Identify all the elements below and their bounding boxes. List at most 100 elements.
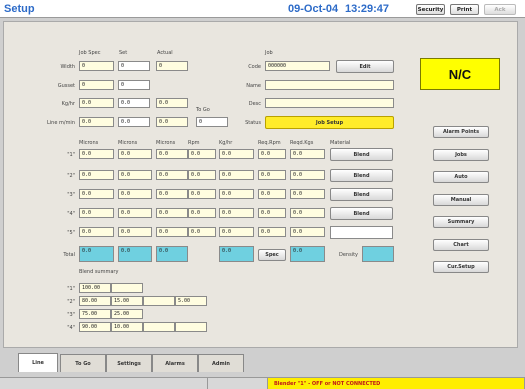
kghr-actual-field: 0.0	[156, 98, 188, 108]
to-go-input[interactable]: 0	[196, 117, 228, 127]
print-button[interactable]: Print	[450, 4, 479, 15]
density-field	[362, 246, 394, 262]
job-code-field[interactable]: 000000	[265, 61, 330, 71]
kghr-set-input[interactable]: 0.0	[118, 98, 150, 108]
blend-cell	[143, 296, 175, 306]
layer-microns-field[interactable]: 0.0	[118, 208, 152, 218]
nc-indicator: N/C	[420, 58, 500, 90]
width-set-input[interactable]: 0	[118, 61, 150, 71]
density-label: Density	[339, 252, 359, 258]
layer-rpm-field: 0.0	[188, 227, 216, 237]
edit-job-button[interactable]: Edit	[336, 60, 394, 73]
req-rpm-header: Req.Rpm	[258, 140, 281, 146]
blend-button[interactable]: Blend	[330, 207, 393, 220]
blend-cell: 25.00	[111, 309, 143, 319]
layer-reqd-kgs-field: 0.0	[290, 170, 325, 180]
tab-to-go[interactable]: To Go	[60, 354, 106, 372]
layer-microns-field[interactable]: 0.0	[79, 227, 114, 237]
total-label: Total	[63, 252, 75, 258]
tab-admin[interactable]: Admin	[198, 354, 244, 372]
layer-microns-field[interactable]: 0.0	[118, 170, 152, 180]
name-label: Name	[246, 83, 261, 89]
layer-kghr-field: 0.0	[219, 170, 254, 180]
total-microns-field: 0.0	[156, 246, 188, 262]
blend-summary-title: Blend summary	[79, 269, 119, 275]
layer-kghr-field: 0.0	[219, 208, 254, 218]
layer-kghr-field: 0.0	[219, 227, 254, 237]
layer-rpm-field: 0.0	[188, 208, 216, 218]
blend-cell	[143, 322, 175, 332]
gusset-job-spec-field[interactable]: 0	[79, 80, 114, 90]
line-speed-label: Line m/min	[47, 120, 75, 126]
blend-cell	[175, 322, 207, 332]
width-job-spec-field[interactable]: 0	[79, 61, 114, 71]
reqd-kgs-header: Reqd.Kgs	[290, 140, 314, 146]
job-setup-button[interactable]: Job Setup	[265, 116, 394, 129]
status-label: Status	[245, 120, 261, 126]
layer-req-rpm-field: 0.0	[258, 170, 286, 180]
total-reqd-kgs-field: 0.0	[290, 246, 325, 262]
layer-req-rpm-field: 0.0	[258, 189, 286, 199]
layer-reqd-kgs-field: 0.0	[290, 208, 325, 218]
actual-header: Actual	[157, 50, 173, 56]
status-bar-mid	[208, 377, 268, 389]
job-heading: Job	[265, 50, 273, 56]
ack-button[interactable]: Ack	[484, 4, 516, 15]
blend-button[interactable]: Blend	[330, 148, 393, 161]
gusset-label: Gusset	[57, 83, 75, 89]
manual-button[interactable]: Manual	[433, 194, 489, 206]
layer-label: "5"	[67, 230, 75, 236]
microns-header-3: Microns	[156, 140, 176, 146]
rpm-header: Rpm	[188, 140, 200, 146]
gusset-set-input[interactable]: 0	[118, 80, 150, 90]
summary-button[interactable]: Summary	[433, 216, 489, 228]
layer-microns-field[interactable]: 0.0	[118, 149, 152, 159]
job-name-field[interactable]	[265, 80, 394, 90]
security-button[interactable]: Security	[416, 4, 445, 15]
blend-button[interactable]: Blend	[330, 169, 393, 182]
spec-button[interactable]: Spec	[258, 249, 286, 261]
material-field[interactable]	[330, 226, 393, 239]
layer-microns-field[interactable]: 0.0	[79, 208, 114, 218]
layer-req-rpm-field: 0.0	[258, 208, 286, 218]
layer-kghr-field: 0.0	[219, 149, 254, 159]
tab-settings[interactable]: Settings	[106, 354, 152, 372]
layer-microns-field[interactable]: 0.0	[79, 149, 114, 159]
microns-header-1: Microns	[79, 140, 99, 146]
tab-line[interactable]: Line	[18, 353, 58, 372]
cur-setup-button[interactable]: Cur.Setup	[433, 261, 489, 273]
kghr-job-spec-field[interactable]: 0.0	[79, 98, 114, 108]
chart-button[interactable]: Chart	[433, 239, 489, 251]
blend-row-label: "3"	[67, 312, 75, 318]
code-label: Code	[248, 64, 261, 70]
blend-cell: 80.00	[79, 296, 111, 306]
title-bar: Setup 09-Oct-04 13:29:47 Security Print …	[0, 0, 525, 18]
layer-microns-field[interactable]: 0.0	[118, 189, 152, 199]
blend-row-label: "4"	[67, 325, 75, 331]
jobs-button[interactable]: Jobs	[433, 149, 489, 161]
layer-microns-field[interactable]: 0.0	[118, 227, 152, 237]
layer-rpm-field: 0.0	[188, 189, 216, 199]
job-desc-field[interactable]	[265, 98, 394, 108]
set-header: Set	[119, 50, 128, 56]
desc-label: Desc	[248, 101, 261, 107]
page-title: Setup	[4, 3, 35, 15]
blend-row-label: "1"	[67, 286, 75, 292]
blend-button[interactable]: Blend	[330, 188, 393, 201]
blend-cell: 75.00	[79, 309, 111, 319]
auto-button[interactable]: Auto	[433, 171, 489, 183]
layer-label: "3"	[67, 192, 75, 198]
date-display: 09-Oct-04	[288, 3, 339, 15]
total-microns-field: 0.0	[79, 246, 114, 262]
kghr-label: Kg/hr	[61, 101, 75, 107]
layer-microns-field[interactable]: 0.0	[79, 189, 114, 199]
layer-rpm-field: 0.0	[188, 149, 216, 159]
layer-microns-field[interactable]: 0.0	[79, 170, 114, 180]
line-speed-job-spec-field[interactable]: 0.0	[79, 117, 114, 127]
layer-label: "2"	[67, 173, 75, 179]
line-speed-set-input[interactable]: 0.0	[118, 117, 150, 127]
blend-cell: 100.00	[79, 283, 111, 293]
to-go-label: To Go	[196, 107, 210, 113]
alarm-points-button[interactable]: Alarm Points	[433, 126, 489, 138]
tab-alarms[interactable]: Alarms	[152, 354, 198, 372]
